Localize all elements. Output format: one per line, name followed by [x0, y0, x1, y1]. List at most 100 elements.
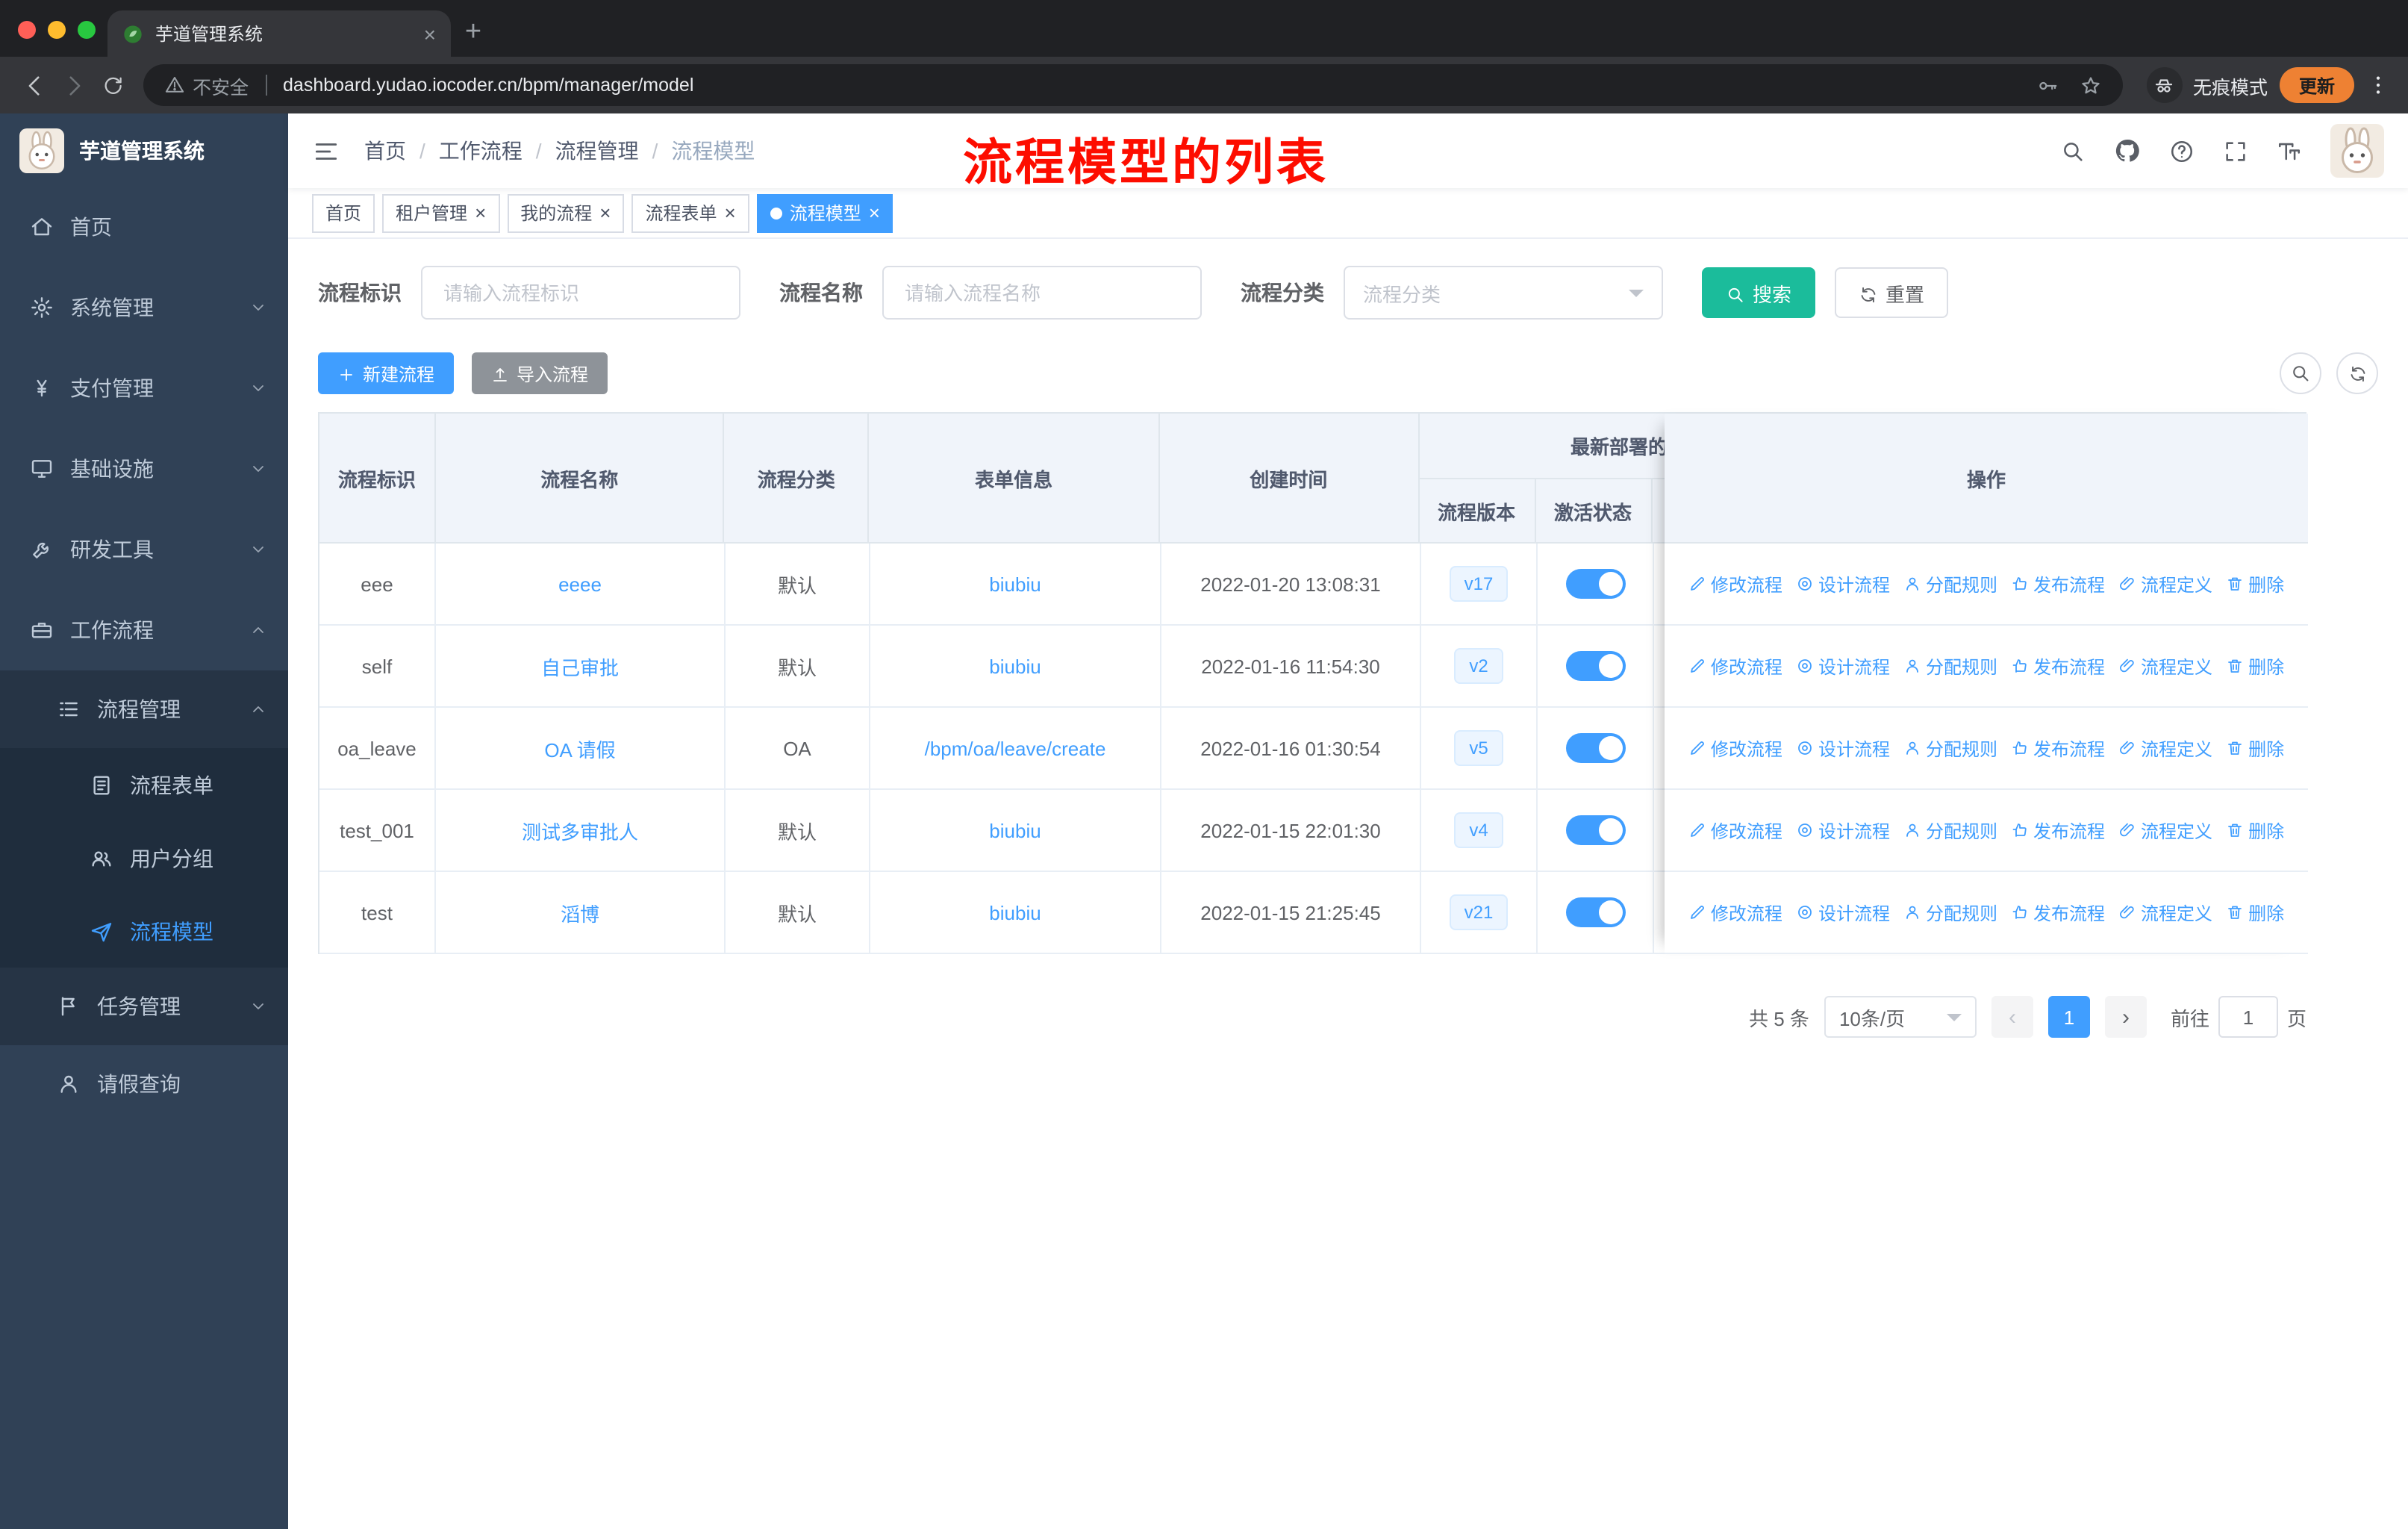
sidebar-item-dev-tools[interactable]: 研发工具	[0, 509, 288, 590]
process-name-link[interactable]: 测试多审批人	[522, 816, 638, 844]
new-tab-button[interactable]: +	[451, 10, 496, 55]
sidebar-item-process-form[interactable]: 流程表单	[0, 748, 288, 821]
app-logo[interactable]: 芋道管理系统	[0, 113, 288, 187]
form-info-link[interactable]: biubiu	[989, 819, 1041, 841]
process-key-input[interactable]	[421, 266, 740, 320]
current-page-button[interactable]: 1	[2047, 996, 2090, 1038]
minimize-window-button[interactable]	[48, 21, 66, 39]
action-delete[interactable]: 删除	[2226, 735, 2284, 761]
prev-page-button[interactable]: ‹	[1991, 996, 2033, 1038]
search-icon[interactable]	[2060, 138, 2086, 164]
browser-tab[interactable]: 芋道管理系统 ×	[107, 10, 451, 57]
sidebar-item-process-management[interactable]: 流程管理	[0, 670, 288, 748]
form-info-link[interactable]: biubiu	[989, 655, 1041, 677]
action-delete[interactable]: 删除	[2226, 653, 2284, 679]
process-name-link[interactable]: 滔博	[561, 898, 599, 927]
breadcrumb-item[interactable]: 工作流程	[439, 136, 523, 166]
breadcrumb-item[interactable]: 流程管理	[555, 136, 639, 166]
tab-process-form[interactable]: 流程表单 ×	[631, 193, 749, 232]
active-toggle[interactable]	[1565, 897, 1625, 927]
process-name-link[interactable]: 自己审批	[541, 652, 619, 680]
form-info-link[interactable]: biubiu	[989, 901, 1041, 924]
action-design-process[interactable]: 设计流程	[1796, 900, 1890, 925]
hamburger-icon[interactable]	[312, 137, 340, 165]
tab-close-icon[interactable]: ×	[599, 203, 611, 222]
active-toggle[interactable]	[1565, 733, 1625, 763]
password-key-icon[interactable]	[2036, 74, 2059, 96]
breadcrumb-item[interactable]: 首页	[364, 136, 406, 166]
reset-button[interactable]: 重置	[1835, 267, 1949, 318]
tab-close-icon[interactable]: ×	[869, 203, 880, 222]
form-info-link[interactable]: /bpm/oa/leave/create	[925, 737, 1106, 759]
action-process-definition[interactable]: 流程定义	[2118, 818, 2212, 843]
action-publish-process[interactable]: 发布流程	[2011, 900, 2105, 925]
bookmark-star-icon[interactable]	[2080, 74, 2102, 96]
security-status[interactable]: 不安全	[164, 71, 249, 99]
action-publish-process[interactable]: 发布流程	[2011, 735, 2105, 761]
sidebar-item-user-group[interactable]: 用户分组	[0, 821, 288, 894]
back-button[interactable]	[15, 66, 54, 105]
action-delete[interactable]: 删除	[2226, 818, 2284, 843]
action-delete[interactable]: 删除	[2226, 900, 2284, 925]
user-avatar[interactable]	[2330, 124, 2384, 178]
github-icon[interactable]	[2114, 137, 2141, 164]
sidebar-item-leave-query[interactable]: 请假查询	[0, 1045, 288, 1123]
reload-button[interactable]	[93, 66, 131, 105]
action-assign-rule[interactable]: 分配规则	[1903, 900, 1997, 925]
tab-tenant-management[interactable]: 租户管理 ×	[382, 193, 500, 232]
import-process-button[interactable]: 导入流程	[472, 352, 608, 394]
tab-close-icon[interactable]: ×	[475, 203, 486, 222]
help-icon[interactable]	[2169, 138, 2195, 164]
sidebar-item-workflow[interactable]: 工作流程	[0, 590, 288, 670]
action-process-definition[interactable]: 流程定义	[2118, 571, 2212, 597]
action-edit-process[interactable]: 修改流程	[1688, 818, 1782, 843]
action-edit-process[interactable]: 修改流程	[1688, 735, 1782, 761]
update-button[interactable]: 更新	[2279, 67, 2354, 103]
action-design-process[interactable]: 设计流程	[1796, 735, 1890, 761]
active-toggle[interactable]	[1565, 569, 1625, 599]
toggle-search-button[interactable]	[2280, 352, 2321, 394]
goto-page-input[interactable]	[2218, 996, 2278, 1038]
search-button[interactable]: 搜索	[1702, 267, 1816, 318]
maximize-window-button[interactable]	[78, 21, 96, 39]
process-name-link[interactable]: OA 请假	[544, 734, 615, 762]
action-delete[interactable]: 删除	[2226, 571, 2284, 597]
font-size-icon[interactable]	[2277, 138, 2302, 164]
action-design-process[interactable]: 设计流程	[1796, 653, 1890, 679]
fullscreen-icon[interactable]	[2223, 138, 2248, 164]
sidebar-item-task-management[interactable]: 任务管理	[0, 968, 288, 1045]
next-page-button[interactable]: ›	[2104, 996, 2147, 1038]
action-publish-process[interactable]: 发布流程	[2011, 653, 2105, 679]
address-field[interactable]: 不安全 dashboard.yudao.iocoder.cn/bpm/manag…	[143, 64, 2123, 106]
action-edit-process[interactable]: 修改流程	[1688, 571, 1782, 597]
action-edit-process[interactable]: 修改流程	[1688, 900, 1782, 925]
action-publish-process[interactable]: 发布流程	[2011, 571, 2105, 597]
action-assign-rule[interactable]: 分配规则	[1903, 653, 1997, 679]
sidebar-item-system-management[interactable]: 系统管理	[0, 267, 288, 348]
process-name-link[interactable]: eeee	[558, 573, 602, 595]
action-assign-rule[interactable]: 分配规则	[1903, 818, 1997, 843]
action-process-definition[interactable]: 流程定义	[2118, 900, 2212, 925]
active-toggle[interactable]	[1565, 651, 1625, 681]
sidebar-item-home[interactable]: 首页	[0, 187, 288, 267]
close-window-button[interactable]	[18, 21, 36, 39]
tab-my-process[interactable]: 我的流程 ×	[507, 193, 625, 232]
page-size-select[interactable]: 10条/页	[1824, 996, 1977, 1038]
tab-close-icon[interactable]: ×	[725, 203, 736, 222]
create-process-button[interactable]: 新建流程	[318, 352, 455, 394]
action-assign-rule[interactable]: 分配规则	[1903, 735, 1997, 761]
tab-home[interactable]: 首页	[312, 193, 375, 232]
refresh-table-button[interactable]	[2336, 352, 2378, 394]
sidebar-item-process-model[interactable]: 流程模型	[0, 894, 288, 968]
action-publish-process[interactable]: 发布流程	[2011, 818, 2105, 843]
process-category-select[interactable]: 流程分类	[1344, 266, 1663, 320]
action-design-process[interactable]: 设计流程	[1796, 818, 1890, 843]
tab-process-model[interactable]: 流程模型 ×	[756, 193, 893, 232]
action-process-definition[interactable]: 流程定义	[2118, 653, 2212, 679]
browser-menu-icon[interactable]	[2366, 72, 2390, 99]
process-name-input[interactable]	[882, 266, 1202, 320]
active-toggle[interactable]	[1565, 815, 1625, 845]
sidebar-item-payment-management[interactable]: 支付管理	[0, 348, 288, 429]
action-edit-process[interactable]: 修改流程	[1688, 653, 1782, 679]
tab-close-icon[interactable]: ×	[424, 22, 436, 46]
